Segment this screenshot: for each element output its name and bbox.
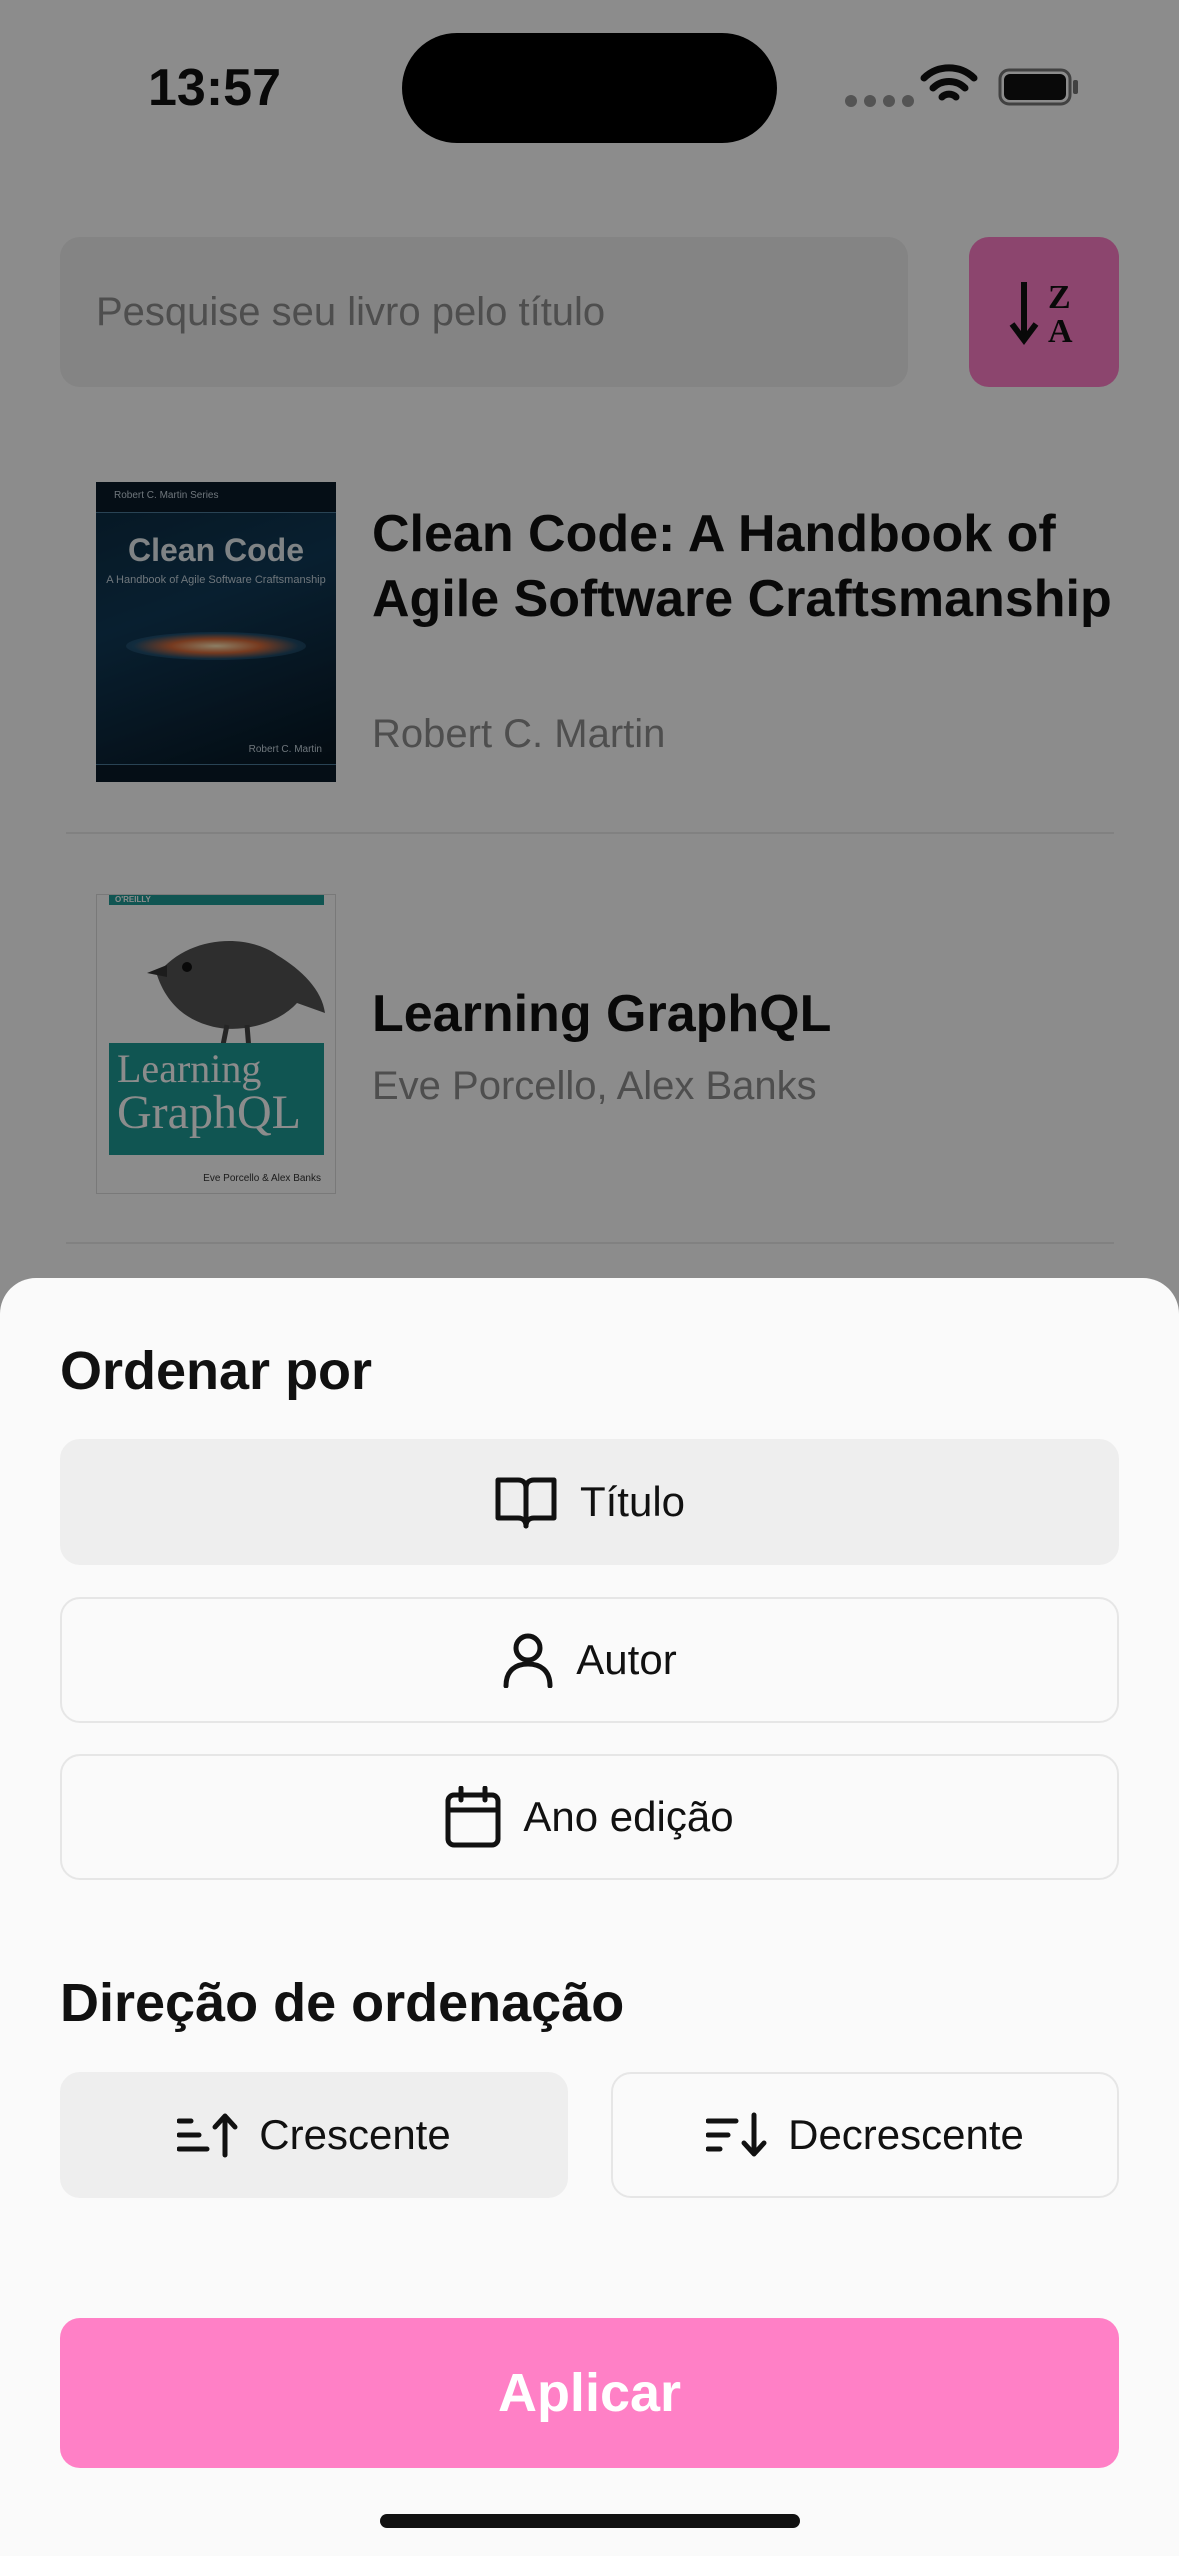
direction-descending[interactable]: Decrescente	[611, 2072, 1119, 2198]
sort-by-heading: Ordenar por	[60, 1341, 373, 1401]
sort-option-title[interactable]: Título	[60, 1439, 1119, 1565]
home-indicator	[380, 2514, 800, 2528]
sort-ascending-icon	[177, 2113, 238, 2158]
sort-direction-heading: Direção de ordenação	[60, 1973, 625, 2033]
calendar-icon	[445, 1786, 501, 1848]
book-open-icon	[495, 1477, 557, 1529]
direction-label: Decrescente	[788, 2111, 1024, 2158]
direction-label: Crescente	[259, 2111, 451, 2158]
sort-option-label: Ano edição	[523, 1793, 734, 1840]
sort-option-author[interactable]: Autor	[60, 1597, 1119, 1723]
direction-ascending[interactable]: Crescente	[60, 2072, 568, 2198]
user-icon	[503, 1633, 553, 1688]
sort-option-label: Autor	[576, 1636, 677, 1683]
book-list-screen: 13:57 Pesquise seu livro pelo título Z A…	[0, 0, 1179, 2556]
sort-option-year[interactable]: Ano edição	[60, 1754, 1119, 1880]
sort-descending-icon	[706, 2112, 767, 2157]
apply-button[interactable]: Aplicar	[60, 2318, 1119, 2468]
sort-option-label: Título	[579, 1478, 686, 1525]
